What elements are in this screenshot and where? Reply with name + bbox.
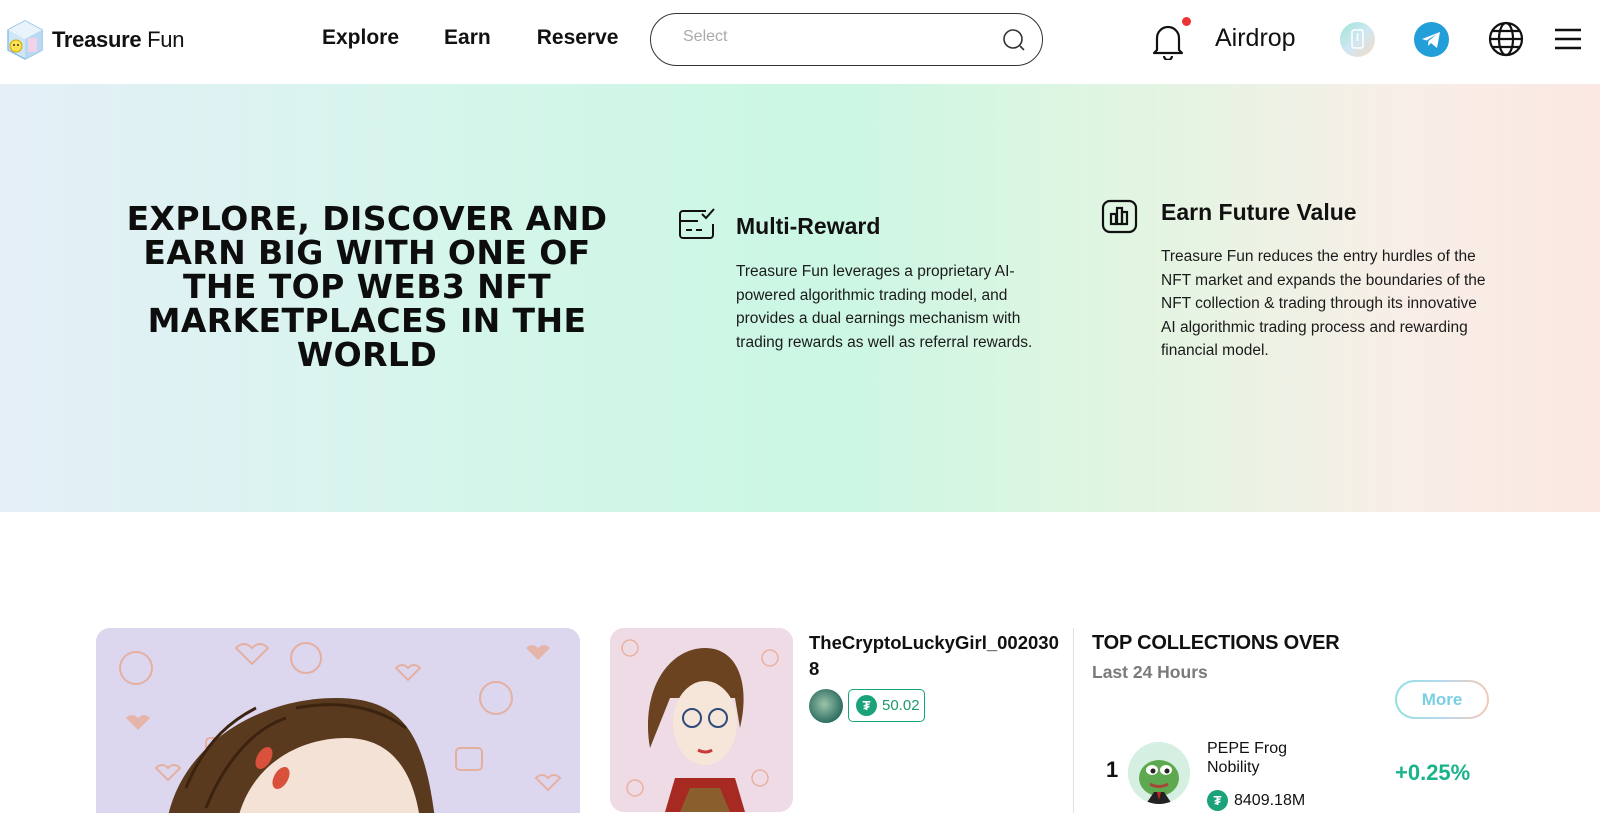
tether-icon: ₮ [856,695,877,716]
price-chip: ₮ 50.02 [848,689,925,722]
menu-icon[interactable] [1554,27,1582,56]
logo-cube-icon [4,18,46,62]
hero-banner: EXPLORE, DISCOVER AND EARN BIG WITH ONE … [0,84,1600,512]
nft-name[interactable]: TheCryptoLuckyGirl_0020308 [809,630,1064,682]
nav-reserve[interactable]: Reserve [537,26,619,50]
collection-volume: ₮ 8409.18M [1207,790,1305,811]
creator-avatar[interactable] [809,689,843,723]
search-icon[interactable] [1002,28,1026,57]
more-button[interactable]: More [1395,680,1489,719]
top-header: Treasure Fun Explore Earn Reserve Airdro… [0,0,1600,84]
feature-title: Multi-Reward [736,213,881,239]
notification-dot [1182,17,1191,26]
checklist-card-icon [678,207,716,246]
logo-text-light: Fun [147,27,185,52]
featured-nft-thumbnail[interactable] [610,628,793,812]
hero-title: EXPLORE, DISCOVER AND EARN BIG WITH ONE … [126,199,608,374]
bell-icon[interactable] [1151,22,1185,65]
collection-rank: 1 [1106,757,1119,782]
top-collections-subtitle: Last 24 Hours [1092,662,1208,682]
nft-price: 50.02 [882,697,920,714]
bar-chart-icon [1101,199,1138,239]
collection-name[interactable]: PEPE Frog Nobility [1207,739,1307,777]
search-input[interactable] [683,28,983,46]
collection-change: +0.25% [1395,760,1471,785]
telegram-icon[interactable] [1414,22,1449,57]
collection-avatar[interactable] [1128,742,1190,804]
logo-text-bold: Treasure [52,27,142,52]
app-download-icon[interactable] [1340,22,1375,57]
nav-explore[interactable]: Explore [322,26,399,50]
main-nav: Explore Earn Reserve [322,26,663,50]
nav-earn[interactable]: Earn [444,26,491,50]
logo[interactable]: Treasure Fun [4,18,184,62]
top-collections-title: TOP COLLECTIONS OVER [1092,632,1340,654]
column-divider [1073,628,1074,813]
tether-icon: ₮ [1207,790,1228,811]
globe-icon[interactable] [1488,21,1524,62]
feature-text: Treasure Fun reduces the entry hurdles o… [1161,248,1486,359]
featured-nft-image-large[interactable] [96,628,580,813]
feature-text: Treasure Fun leverages a proprietary AI-… [736,263,1033,351]
airdrop-link[interactable]: Airdrop [1215,24,1296,53]
search-box[interactable] [650,13,1043,66]
feature-title: Earn Future Value [1161,199,1357,225]
logo-text: Treasure Fun [52,27,184,53]
collection-volume-value: 8409.18M [1234,791,1306,809]
